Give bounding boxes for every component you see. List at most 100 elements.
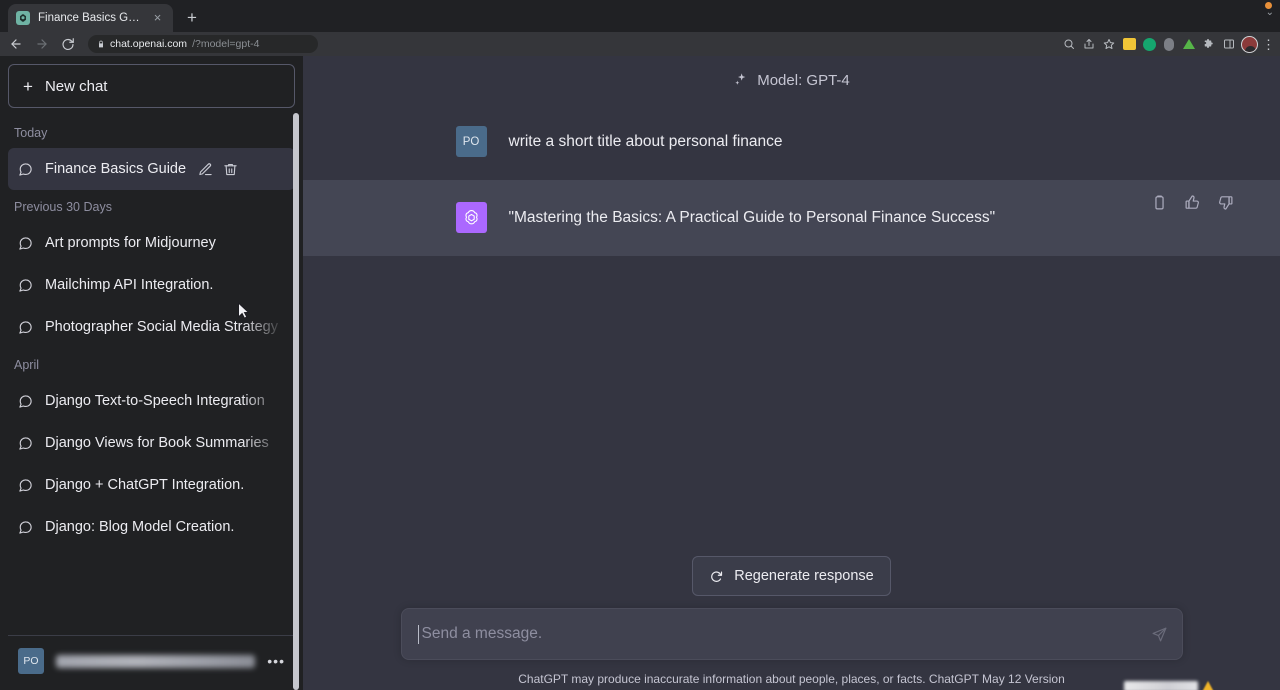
chat-item-photographer-social-media[interactable]: Photographer Social Media Strategy [8, 306, 295, 348]
section-label-previous-30-days: Previous 30 Days [8, 190, 295, 222]
message-text-assistant: "Mastering the Basics: A Practical Guide… [509, 202, 1142, 234]
chat-bubble-icon [18, 278, 33, 293]
message-inner: "Mastering the Basics: A Practical Guide… [442, 202, 1142, 234]
user-account-row[interactable]: PO ••• [8, 640, 295, 682]
overlay-badge [1124, 681, 1214, 690]
chat-history-list[interactable]: Today Finance Basics Guide Previous 30 D… [0, 116, 303, 635]
chat-bubble-icon [18, 394, 33, 409]
message-text-user: write a short title about personal finan… [509, 126, 1142, 158]
avatar-assistant-chatgpt-logo-icon [456, 202, 487, 233]
regenerate-wrap: Regenerate response [303, 556, 1280, 596]
chat-item-mailchimp-api[interactable]: Mailchimp API Integration. [8, 264, 295, 306]
browser-toolbar: chat.openai.com /?model=gpt-4 [0, 32, 1280, 56]
sidebar: + New chat Today Finance Basics Guide [0, 56, 303, 690]
share-icon[interactable] [1081, 36, 1097, 52]
main-chat-area: Model: GPT-4 PO write a short title abou… [303, 56, 1280, 690]
chat-item-label: Django Text-to-Speech Integration [45, 393, 285, 409]
edit-icon[interactable] [198, 162, 213, 177]
model-header: Model: GPT-4 [303, 56, 1280, 104]
browser-menu-icon[interactable]: ⋮ [1262, 38, 1274, 51]
chatgpt-favicon-icon [16, 11, 30, 25]
thumbs-down-icon[interactable] [1217, 194, 1234, 211]
sparkles-icon [733, 72, 749, 88]
sidebar-scrollbar[interactable] [293, 113, 299, 690]
toolbar-icons: ⋮ [1061, 36, 1274, 53]
back-arrow-icon[interactable] [4, 33, 28, 55]
reload-icon[interactable] [56, 33, 80, 55]
avatar-user: PO [456, 126, 487, 157]
chat-item-django-chatgpt[interactable]: Django + ChatGPT Integration. [8, 464, 295, 506]
plus-icon: + [23, 78, 33, 95]
disclaimer-text: ChatGPT may produce inaccurate informati… [518, 672, 1065, 686]
user-name-redacted [56, 655, 255, 668]
message-inner: PO write a short title about personal fi… [442, 126, 1142, 158]
browser-tab[interactable]: Finance Basics Guide × [8, 4, 173, 32]
chat-item-label: Mailchimp API Integration. [45, 277, 285, 293]
mouse-extension-icon[interactable] [1161, 36, 1177, 52]
address-bar-path: /?model=gpt-4 [192, 38, 259, 50]
browser-chrome: Finance Basics Guide × + ⌄ chat.openai.c… [0, 0, 1280, 56]
chat-item-django-tts[interactable]: Django Text-to-Speech Integration [8, 380, 295, 422]
chat-item-label: Django: Blog Model Creation. [45, 519, 285, 535]
message-user: PO write a short title about personal fi… [303, 104, 1280, 180]
sidebar-footer: PO ••• [0, 636, 303, 690]
chat-item-label: Django + ChatGPT Integration. [45, 477, 285, 493]
new-chat-section: + New chat [0, 56, 303, 116]
copy-icon[interactable] [1151, 194, 1168, 211]
thumbs-up-icon[interactable] [1184, 194, 1201, 211]
lock-icon [97, 40, 105, 48]
message-assistant: "Mastering the Basics: A Practical Guide… [303, 180, 1280, 256]
trash-icon[interactable] [223, 162, 238, 177]
sidepanel-icon[interactable] [1221, 36, 1237, 52]
disclaimer-footnote: ChatGPT may produce inaccurate informati… [303, 672, 1280, 686]
flame-icon [1202, 681, 1214, 690]
user-menu-icon[interactable]: ••• [267, 653, 285, 669]
chat-item-finance-basics-guide[interactable]: Finance Basics Guide [8, 148, 295, 190]
new-tab-button[interactable]: + [179, 5, 205, 31]
bookmark-star-icon[interactable] [1101, 36, 1117, 52]
note-extension-icon[interactable] [1121, 36, 1137, 52]
refresh-icon [709, 569, 724, 584]
window-controls[interactable]: ⌄ [1266, 8, 1274, 18]
overlay-badge-label [1124, 681, 1198, 690]
chat-item-actions [198, 162, 238, 177]
chat-item-label: Django Views for Book Summaries [45, 435, 285, 451]
message-input[interactable]: Send a message. [419, 625, 1151, 643]
chat-item-art-prompts[interactable]: Art prompts for Midjourney [8, 222, 295, 264]
chat-bubble-icon [18, 436, 33, 451]
close-icon[interactable]: × [150, 11, 165, 26]
chat-bubble-icon [18, 236, 33, 251]
chat-bubble-icon [18, 478, 33, 493]
chevron-down-icon[interactable]: ⌄ [1266, 8, 1274, 18]
avatar: PO [18, 648, 44, 674]
send-paper-plane-icon[interactable] [1151, 626, 1168, 643]
grammarly-extension-icon[interactable] [1141, 36, 1157, 52]
chat-bubble-icon [18, 320, 33, 335]
puzzle-extensions-icon[interactable] [1201, 36, 1217, 52]
chatgpt-app: + New chat Today Finance Basics Guide [0, 56, 1280, 690]
browser-tab-title: Finance Basics Guide [38, 12, 142, 24]
chat-item-django-views[interactable]: Django Views for Book Summaries [8, 422, 295, 464]
message-composer[interactable]: Send a message. [401, 608, 1183, 660]
chat-bubble-icon [18, 520, 33, 535]
address-bar-host: chat.openai.com [110, 38, 187, 50]
section-label-today: Today [8, 116, 295, 148]
mouse-cursor-icon [237, 302, 250, 319]
section-label-april: April [8, 348, 295, 380]
chat-bubble-icon [18, 162, 33, 177]
message-actions [1151, 194, 1234, 211]
forward-arrow-icon[interactable] [30, 33, 54, 55]
regenerate-response-button[interactable]: Regenerate response [692, 556, 890, 596]
model-header-label: Model: GPT-4 [757, 72, 850, 89]
chat-item-label: Finance Basics Guide [45, 161, 186, 177]
chat-item-label: Art prompts for Midjourney [45, 235, 285, 251]
tree-extension-icon[interactable] [1181, 36, 1197, 52]
chat-item-label: Photographer Social Media Strategy [45, 319, 285, 335]
message-thread: PO write a short title about personal fi… [303, 104, 1280, 256]
zoom-search-icon[interactable] [1061, 36, 1077, 52]
address-bar[interactable]: chat.openai.com /?model=gpt-4 [88, 35, 318, 53]
chat-item-django-blog-model[interactable]: Django: Blog Model Creation. [8, 506, 295, 548]
profile-avatar-icon[interactable] [1241, 36, 1258, 53]
new-chat-button[interactable]: + New chat [8, 64, 295, 108]
regenerate-response-label: Regenerate response [734, 568, 873, 584]
